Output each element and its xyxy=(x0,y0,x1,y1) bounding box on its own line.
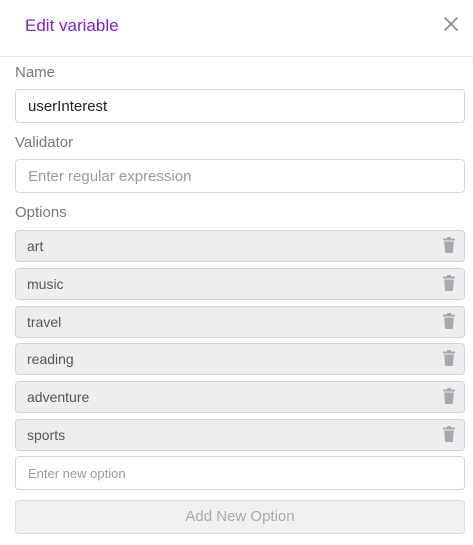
dialog-title: Edit variable xyxy=(25,16,119,35)
delete-option-button[interactable] xyxy=(443,313,455,329)
option-item: sports xyxy=(15,419,465,451)
validator-label: Validator xyxy=(15,134,74,151)
option-item: art xyxy=(15,230,465,262)
option-item: reading xyxy=(15,343,465,375)
option-label: adventure xyxy=(27,389,90,405)
trash-icon xyxy=(443,350,455,366)
option-label: reading xyxy=(27,351,74,367)
option-label: sports xyxy=(27,427,66,443)
delete-option-button[interactable] xyxy=(443,275,455,291)
close-button[interactable] xyxy=(441,14,461,34)
option-label: music xyxy=(27,276,64,292)
delete-option-button[interactable] xyxy=(443,426,455,442)
new-option-input[interactable] xyxy=(15,456,465,490)
trash-icon xyxy=(443,275,455,291)
option-item: adventure xyxy=(15,381,465,413)
delete-option-button[interactable] xyxy=(443,350,455,366)
dialog-header: Edit variable xyxy=(0,0,473,57)
delete-option-button[interactable] xyxy=(443,388,455,404)
option-item: travel xyxy=(15,306,465,338)
close-icon xyxy=(444,17,458,31)
options-label: Options xyxy=(15,204,67,221)
name-input[interactable] xyxy=(15,89,465,123)
trash-icon xyxy=(443,313,455,329)
option-label: art xyxy=(27,238,44,254)
trash-icon xyxy=(443,426,455,442)
option-item: music xyxy=(15,268,465,300)
trash-icon xyxy=(443,388,455,404)
trash-icon xyxy=(443,237,455,253)
option-label: travel xyxy=(27,314,62,330)
delete-option-button[interactable] xyxy=(443,237,455,253)
add-option-button[interactable]: Add New Option xyxy=(15,500,465,534)
name-label: Name xyxy=(15,64,56,81)
validator-input[interactable] xyxy=(15,159,465,193)
